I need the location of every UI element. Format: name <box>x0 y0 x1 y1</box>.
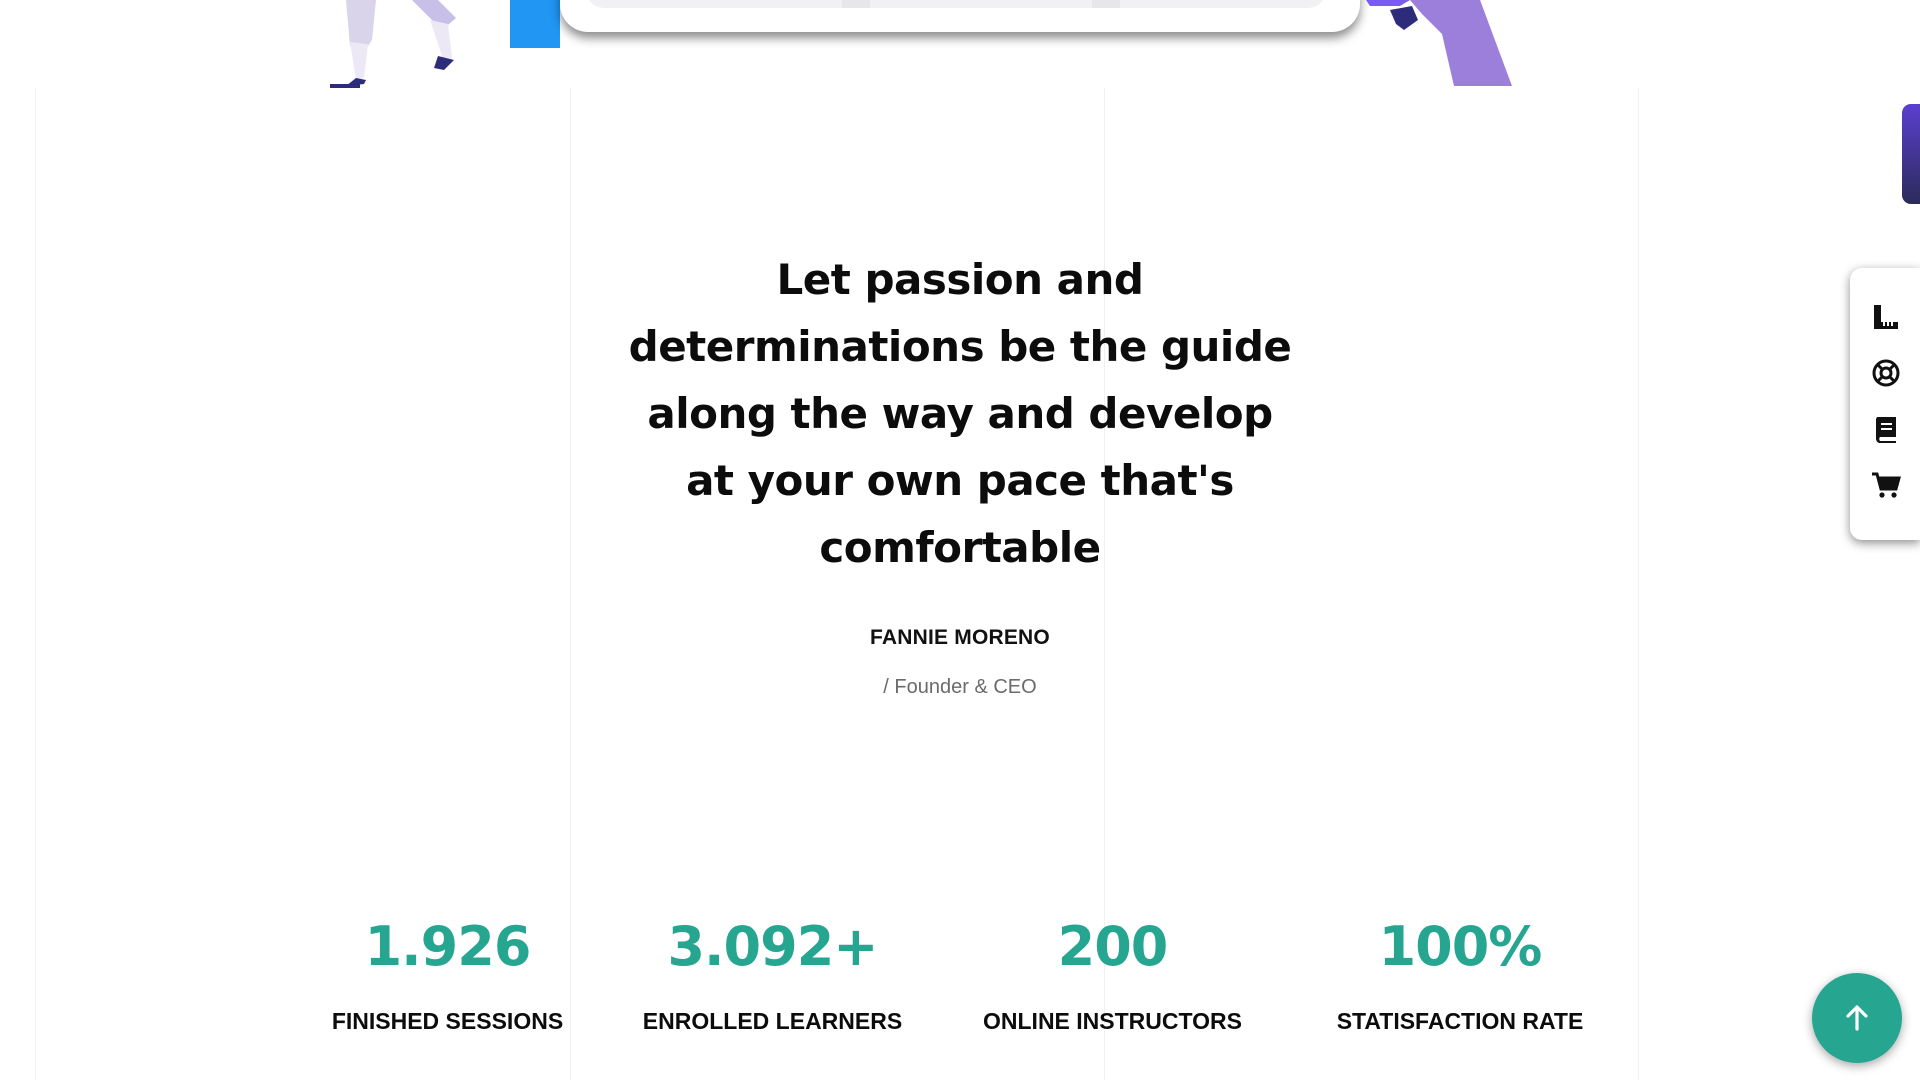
stat-finished-sessions: 1.926 FINISHED SESSIONS <box>320 912 575 1035</box>
testimonial-author-name: FANNIE MORENO <box>870 626 1050 649</box>
stat-label: ONLINE INSTRUCTORS <box>983 1008 1242 1034</box>
stat-satisfaction-rate: 100% STATISFACTION RATE <box>1315 912 1605 1035</box>
stat-label: STATISFACTION RATE <box>1336 1008 1584 1034</box>
stat-value: 1.926 <box>364 915 532 978</box>
hero-device-frame <box>560 0 1360 32</box>
stat-label: ENROLLED LEARNERS <box>642 1008 903 1034</box>
quote-line: comfortable <box>819 523 1101 572</box>
stat-online-instructors: 200 ONLINE INSTRUCTORS <box>970 912 1255 1035</box>
testimonial-author-role: / Founder & CEO <box>883 676 1037 698</box>
stat-value: 100% <box>1378 915 1543 978</box>
grid-line <box>1638 88 1639 1080</box>
hero-divider <box>842 0 870 8</box>
hero-illustration-person-right <box>1360 0 1530 90</box>
ruler-icon[interactable] <box>1869 300 1903 334</box>
quote-line: along the way and develop <box>647 389 1273 438</box>
support-lifebuoy-icon[interactable] <box>1869 356 1903 390</box>
hero-device-toolbar <box>586 0 1326 8</box>
scrollbar-thumb[interactable] <box>1902 104 1920 204</box>
hero-divider <box>1092 0 1120 8</box>
stat-enrolled-learners: 3.092+ ENROLLED LEARNERS <box>640 912 905 1035</box>
scroll-to-top-button[interactable] <box>1812 973 1902 1063</box>
stat-value: 3.092+ <box>667 915 878 978</box>
arrow-up-icon <box>1846 1005 1868 1031</box>
stat-value: 200 <box>1057 915 1169 978</box>
testimonial-quote: Let passion and determinations be the gu… <box>610 246 1310 581</box>
stat-label: FINISHED SESSIONS <box>331 1008 564 1034</box>
quote-line: Let passion and <box>776 255 1144 304</box>
quote-line: determinations be the guide <box>628 322 1292 371</box>
book-icon[interactable] <box>1869 412 1903 446</box>
quote-line: at your own pace that's <box>686 456 1234 505</box>
side-toolbar <box>1850 268 1920 540</box>
cart-icon[interactable] <box>1869 468 1903 502</box>
hero-illustration-person-left <box>320 0 560 90</box>
grid-line <box>35 88 36 1080</box>
